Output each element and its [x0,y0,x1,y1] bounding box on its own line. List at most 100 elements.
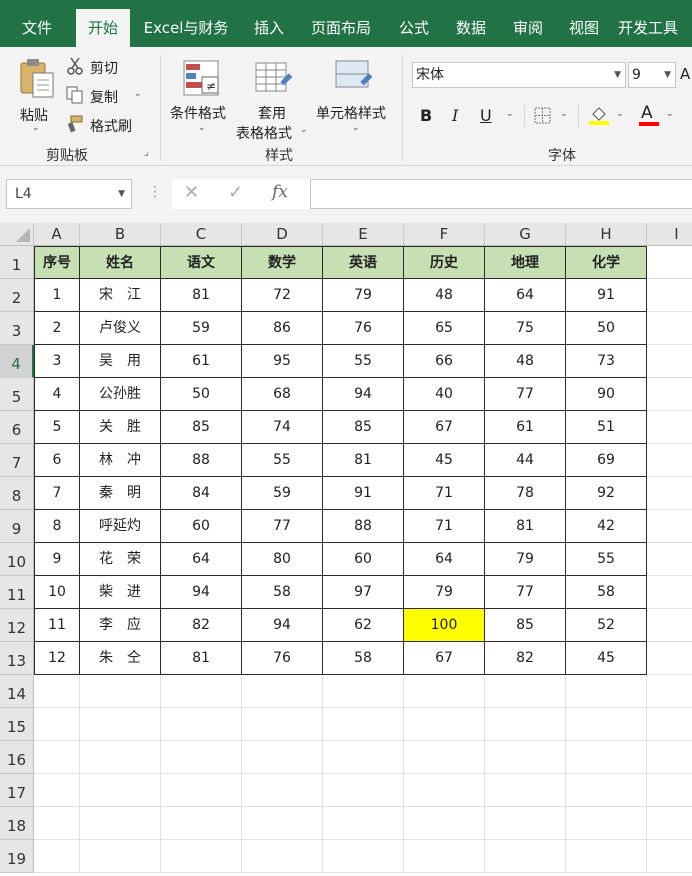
column-header[interactable]: E [323,223,404,246]
cell[interactable]: 6 [34,444,80,477]
select-all-corner[interactable] [0,223,34,246]
cell[interactable]: 67 [404,642,485,675]
cell[interactable] [161,675,242,708]
row-header[interactable]: 8 [0,477,34,510]
cell[interactable] [404,840,485,873]
cell[interactable] [647,609,692,642]
cell[interactable] [242,807,323,840]
cell[interactable] [647,576,692,609]
cell[interactable]: 77 [485,378,566,411]
column-header[interactable]: H [566,223,647,246]
cell[interactable]: 5 [34,411,80,444]
cell[interactable]: 9 [34,543,80,576]
column-header[interactable]: G [485,223,566,246]
cell[interactable] [485,675,566,708]
underline-dropdown-icon[interactable]: ⌄ [506,109,514,119]
formula-input[interactable] [310,179,692,209]
cell[interactable] [566,840,647,873]
cell[interactable]: 55 [323,345,404,378]
row-header[interactable]: 12 [0,609,34,642]
header-cell[interactable]: 序号 [34,246,80,279]
cell[interactable]: 公孙胜 [80,378,161,411]
column-header[interactable]: F [404,223,485,246]
cell[interactable] [80,708,161,741]
cell[interactable]: 45 [404,444,485,477]
cell[interactable]: 55 [242,444,323,477]
cell[interactable] [647,378,692,411]
cell[interactable] [647,246,692,279]
font-color-dropdown-icon[interactable]: ⌄ [666,109,674,119]
cell[interactable] [34,675,80,708]
cell[interactable]: 48 [485,345,566,378]
cell[interactable]: 秦 明 [80,477,161,510]
cell[interactable] [34,840,80,873]
cell[interactable] [80,675,161,708]
cell[interactable] [34,708,80,741]
cell[interactable] [647,708,692,741]
row-header[interactable]: 14 [0,675,34,708]
cell[interactable]: 58 [323,642,404,675]
cell[interactable] [80,807,161,840]
cell[interactable] [485,774,566,807]
row-header[interactable]: 4 [0,345,34,378]
cell[interactable]: 64 [485,279,566,312]
cell[interactable] [242,675,323,708]
cell[interactable]: 40 [404,378,485,411]
cell[interactable]: 12 [34,642,80,675]
row-header[interactable]: 16 [0,741,34,774]
cell[interactable]: 51 [566,411,647,444]
column-header[interactable]: I [647,223,692,246]
row-header[interactable]: 3 [0,312,34,345]
table-format-button[interactable]: 套用 表格格式 ⌄ [236,57,312,142]
cell[interactable]: 60 [161,510,242,543]
cell[interactable] [242,774,323,807]
header-cell[interactable]: 语文 [161,246,242,279]
row-header[interactable]: 6 [0,411,34,444]
cell[interactable] [34,741,80,774]
cell[interactable]: 44 [485,444,566,477]
cell[interactable]: 73 [566,345,647,378]
cell[interactable]: 69 [566,444,647,477]
cell[interactable]: 79 [404,576,485,609]
cell[interactable] [647,543,692,576]
cell[interactable]: 58 [566,576,647,609]
cell[interactable] [323,741,404,774]
cell[interactable]: 1 [34,279,80,312]
column-header[interactable]: D [242,223,323,246]
cell[interactable]: 97 [323,576,404,609]
fill-color-dropdown-icon[interactable]: ⌄ [616,109,624,119]
cell[interactable] [647,741,692,774]
worksheet-grid[interactable]: A B C D E F G H I 1 2 3 4 5 6 7 8 9 10 11 12 13 14 15 16 17 18 19 序号… [0,223,692,876]
cell[interactable]: 81 [485,510,566,543]
cell[interactable] [161,774,242,807]
cell[interactable]: 91 [323,477,404,510]
cell-styles-button[interactable]: 单元格样式 ⌄ [314,57,394,137]
cell[interactable]: 82 [485,642,566,675]
cell[interactable] [242,741,323,774]
row-header[interactable]: 17 [0,774,34,807]
cell[interactable]: 81 [323,444,404,477]
row-header[interactable]: 15 [0,708,34,741]
paste-dropdown-icon[interactable]: ⌄ [32,123,40,133]
cell[interactable]: 79 [485,543,566,576]
cell[interactable]: 85 [485,609,566,642]
cell[interactable] [647,774,692,807]
row-header[interactable]: 18 [0,807,34,840]
cell[interactable]: 59 [242,477,323,510]
cell[interactable]: 78 [485,477,566,510]
cell[interactable] [647,642,692,675]
cell[interactable] [404,807,485,840]
italic-button[interactable]: I [452,106,458,125]
cell[interactable]: 45 [566,642,647,675]
header-cell[interactable]: 化学 [566,246,647,279]
cell[interactable]: 85 [161,411,242,444]
cell[interactable] [323,774,404,807]
cell[interactable]: 91 [566,279,647,312]
cell[interactable]: 71 [404,477,485,510]
cell[interactable] [323,840,404,873]
cell[interactable]: 86 [242,312,323,345]
copy-button[interactable]: 复制 ⌄ [66,85,146,107]
cell[interactable]: 90 [566,378,647,411]
cell[interactable] [161,807,242,840]
tab-page-layout[interactable]: 页面布局 [305,9,377,47]
